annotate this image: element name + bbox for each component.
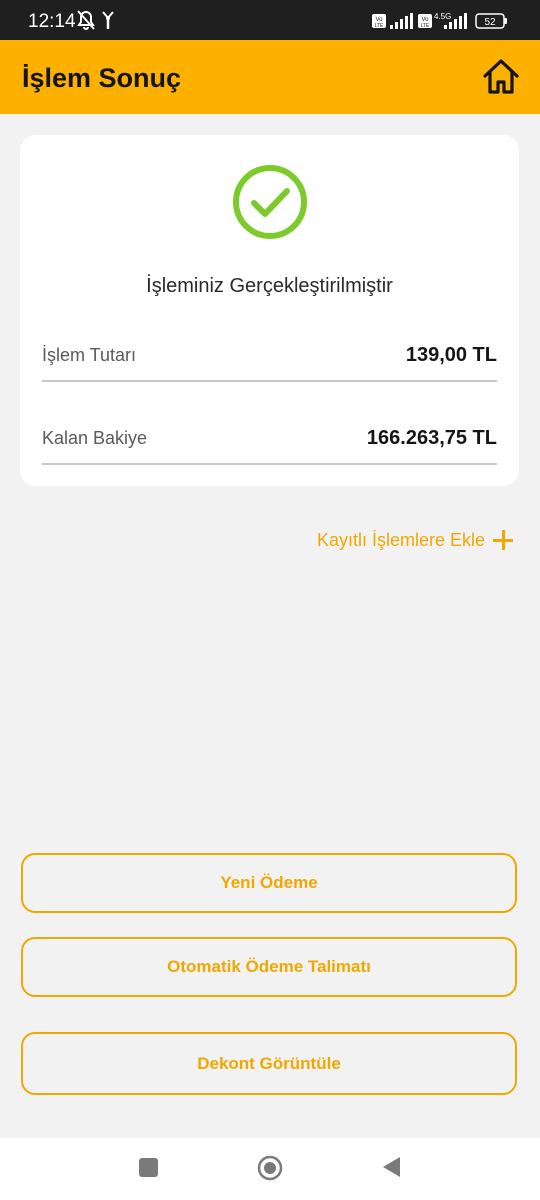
home-icon [483, 59, 519, 94]
status-left-icons [76, 9, 120, 31]
amount-row: İşlem Tutarı 139,00 TL [42, 339, 497, 375]
success-check-icon [233, 165, 307, 239]
network-type: 4.5G [434, 12, 451, 21]
system-nav-bar [0, 1138, 540, 1200]
balance-label: Kalan Bakiye [42, 428, 148, 448]
amount-value: 139,00 TL [405, 344, 497, 366]
app-bar: İşlem Sonuç [0, 40, 540, 114]
volte-icon: Vo LTE [418, 14, 432, 29]
muted-bell-icon [77, 10, 95, 30]
status-right-icons: Vo LTE Vo LTE 4.5G 52 [372, 10, 512, 32]
add-to-saved-label: Kayıtlı İşlemlere Ekle [316, 529, 485, 550]
view-receipt-button[interactable]: Dekont Görüntüle [21, 1032, 517, 1095]
result-message: İşleminiz Gerçekleştirilmiştir [146, 275, 393, 297]
balance-row: Kalan Bakiye 166.263,75 TL [42, 422, 497, 458]
balance-value: 166.263,75 TL [366, 427, 497, 449]
page-title: İşlem Sonuç [22, 63, 182, 93]
recent-apps-icon[interactable] [139, 1158, 158, 1177]
divider [42, 463, 497, 465]
cell-signal-icon [390, 13, 413, 29]
add-to-saved-link[interactable]: Kayıtlı İşlemlere Ekle [317, 526, 513, 554]
status-time: 12:14 [28, 11, 76, 32]
home-button[interactable] [478, 54, 524, 100]
svg-text:LTE: LTE [375, 23, 384, 29]
auto-payment-order-button[interactable]: Otomatik Ödeme Talimatı [21, 937, 517, 997]
back-icon[interactable] [380, 1155, 402, 1179]
amount-label: İşlem Tutarı [42, 345, 137, 365]
signal-antenna-icon [102, 11, 114, 29]
divider [42, 380, 497, 382]
volte-icon: Vo LTE [372, 14, 386, 29]
battery-icon: 52 [475, 13, 507, 29]
svg-text:LTE: LTE [421, 23, 430, 29]
new-payment-button[interactable]: Yeni Ödeme [21, 853, 517, 913]
status-bar: 12:14 Vo LTE Vo LTE 4.5G 52 [0, 0, 540, 40]
plus-icon [493, 530, 513, 550]
home-circle-icon[interactable] [257, 1155, 283, 1181]
battery-level: 52 [484, 17, 496, 28]
result-card: İşleminiz Gerçekleştirilmiştir İşlem Tut… [20, 135, 519, 486]
